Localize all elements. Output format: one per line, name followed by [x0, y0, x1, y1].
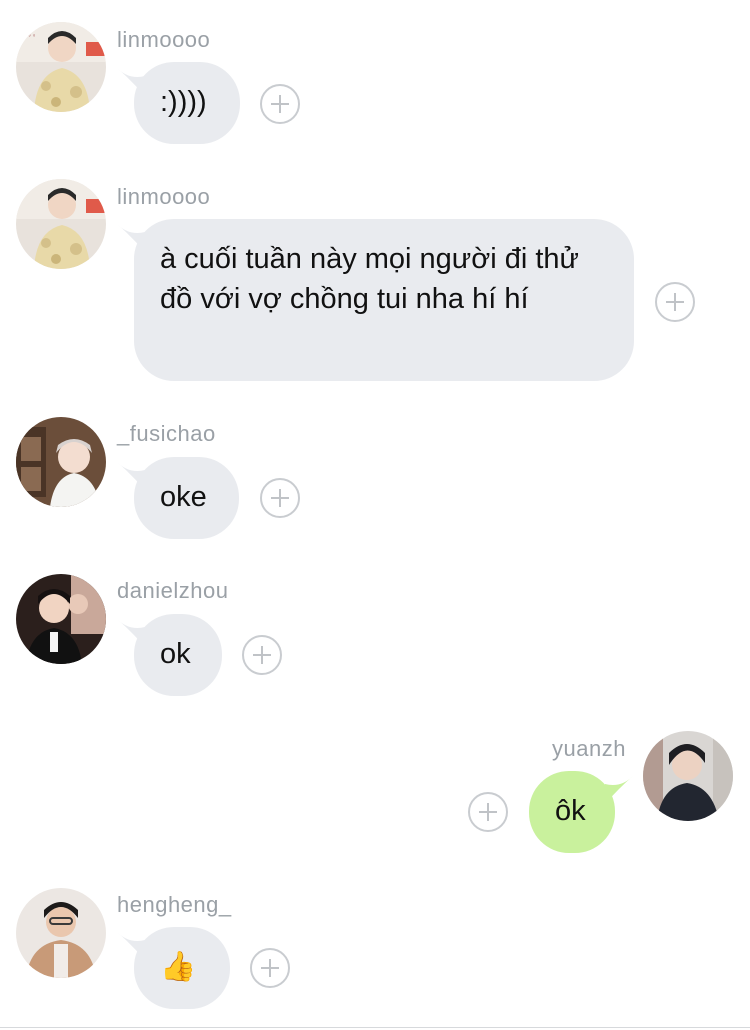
username: linmoooo	[117, 27, 211, 52]
avatar[interactable]: ﾟﾟﾟ	[16, 22, 106, 112]
username: yuanzh	[552, 736, 626, 761]
add-reaction-button[interactable]	[468, 792, 508, 832]
username: danielzhou	[117, 578, 229, 603]
avatar[interactable]	[16, 888, 106, 978]
username: _fusichao	[117, 421, 216, 446]
add-reaction-button[interactable]	[242, 635, 282, 675]
add-reaction-button[interactable]	[260, 84, 300, 124]
svg-text:ﾟﾟﾟ: ﾟﾟﾟ	[24, 34, 38, 44]
avatar[interactable]	[16, 574, 106, 664]
avatar[interactable]	[16, 417, 106, 507]
divider	[0, 1027, 750, 1028]
username: linmoooo	[117, 184, 211, 209]
message-bubble[interactable]: :))))	[134, 62, 240, 144]
add-reaction-button[interactable]	[655, 282, 695, 322]
avatar[interactable]	[16, 179, 106, 269]
message-bubble[interactable]: à cuối tuần này mọi người đi thử đồ với …	[134, 219, 634, 381]
add-reaction-button[interactable]	[260, 478, 300, 518]
message-bubble[interactable]: oke	[134, 457, 239, 539]
avatar[interactable]	[643, 731, 733, 821]
message-bubble[interactable]: 👍	[134, 927, 230, 1009]
message-bubble[interactable]: ôk	[529, 771, 615, 853]
username: hengheng_	[117, 892, 232, 917]
message-bubble[interactable]: ok	[134, 614, 222, 696]
add-reaction-button[interactable]	[250, 948, 290, 988]
